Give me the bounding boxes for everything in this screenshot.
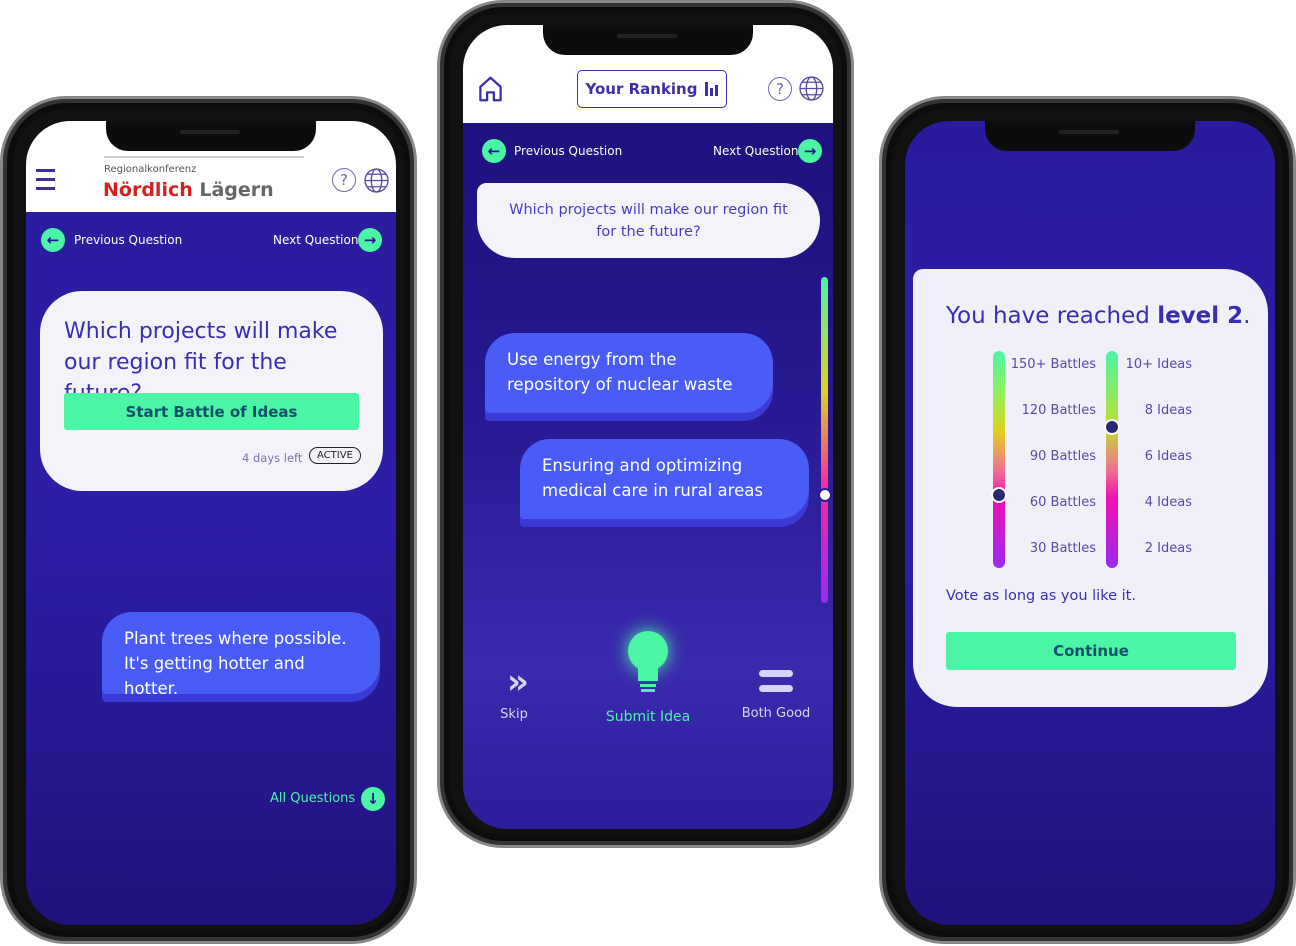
- all-questions-button[interactable]: ↓: [361, 787, 385, 811]
- notch: [985, 121, 1195, 151]
- notch: [543, 25, 753, 55]
- both-good-button[interactable]: Both Good: [735, 670, 817, 721]
- ideas-level-label: 2 Ideas: [1144, 541, 1192, 556]
- screen: Your Ranking ? ← Previous Question Next …: [463, 25, 833, 829]
- lightbulb-icon: [626, 631, 670, 697]
- brand-logo: Nördlich Lägern: [103, 179, 274, 201]
- next-question-button[interactable]: →: [358, 228, 382, 252]
- equals-icon: [759, 670, 793, 692]
- prev-question-link[interactable]: Previous Question: [74, 233, 182, 247]
- phone-left: Regionalkonferenz Nördlich Lägern ? ← Pr…: [0, 96, 417, 944]
- next-question-link[interactable]: Next Question: [713, 144, 798, 158]
- level-title: You have reached level 2.: [946, 303, 1250, 329]
- vote-note: Vote as long as you like it.: [946, 588, 1136, 604]
- battles-level-label: 90 Battles: [1029, 449, 1096, 464]
- brand-red: Nördlich: [103, 179, 193, 201]
- skip-icon: »: [507, 662, 529, 702]
- next-question-link[interactable]: Next Question: [273, 233, 358, 247]
- prev-question-button[interactable]: ←: [482, 139, 506, 163]
- idea-bubble[interactable]: Plant trees where possible. It's getting…: [102, 612, 380, 698]
- skip-button[interactable]: » Skip: [488, 665, 540, 722]
- question-card: Which projects will make our region fit …: [40, 291, 383, 491]
- ideas-track: [1106, 351, 1118, 568]
- brand-gray: Lägern: [199, 179, 274, 201]
- title-suffix: .: [1243, 303, 1251, 329]
- brand-divider: [104, 156, 304, 158]
- prev-question-link[interactable]: Previous Question: [514, 144, 622, 158]
- next-question-button[interactable]: →: [798, 139, 822, 163]
- ideas-level-label: 8 Ideas: [1144, 403, 1192, 418]
- idea-bubble-2[interactable]: Ensuring and optimizing medical care in …: [520, 439, 809, 519]
- battles-level-label: 120 Battles: [1021, 403, 1096, 418]
- progress-knob[interactable]: [818, 488, 832, 503]
- notch: [106, 121, 316, 151]
- screen: Regionalkonferenz Nördlich Lägern ? ← Pr…: [26, 121, 396, 925]
- battles-knob: [991, 486, 1007, 503]
- status-badge: ACTIVE: [309, 447, 361, 464]
- idea-bubble-1[interactable]: Use energy from the repository of nuclea…: [485, 333, 773, 413]
- submit-idea-label: Submit Idea: [605, 709, 691, 725]
- home-icon[interactable]: [477, 75, 504, 107]
- phone-center: Your Ranking ? ← Previous Question Next …: [437, 0, 854, 848]
- battles-level-label: 60 Battles: [1029, 495, 1096, 510]
- all-questions-link[interactable]: All Questions: [270, 791, 355, 806]
- screen: You have reached level 2. 150+ Battles 12…: [905, 121, 1275, 925]
- submit-idea-button[interactable]: Submit Idea: [593, 631, 703, 725]
- continue-button[interactable]: Continue: [946, 632, 1236, 670]
- days-left: 4 days left: [242, 451, 303, 465]
- question-text: Which projects will make our region fit …: [509, 201, 788, 240]
- battles-level-label: 30 Battles: [1029, 541, 1096, 556]
- battles-level-label: 150+ Battles: [1010, 357, 1096, 372]
- prev-question-button[interactable]: ←: [41, 228, 65, 252]
- ideas-knob: [1104, 418, 1120, 435]
- help-glyph: ?: [776, 80, 784, 98]
- skip-label: Skip: [500, 707, 528, 722]
- brand-small: Regionalkonferenz: [104, 164, 197, 175]
- phone-right: You have reached level 2. 150+ Battles 12…: [879, 96, 1296, 944]
- menu-icon[interactable]: [36, 169, 55, 190]
- help-icon[interactable]: ?: [768, 77, 792, 101]
- both-good-label: Both Good: [741, 706, 811, 721]
- bar-chart-icon: [705, 82, 719, 96]
- ranking-button[interactable]: Your Ranking: [577, 70, 727, 108]
- help-icon[interactable]: ?: [332, 168, 356, 192]
- title-level: level 2: [1157, 303, 1244, 329]
- ideas-level-label: 6 Ideas: [1144, 449, 1192, 464]
- ranking-label: Your Ranking: [585, 80, 698, 98]
- ideas-level-label: 10+ Ideas: [1125, 357, 1192, 372]
- help-glyph: ?: [340, 171, 348, 189]
- battles-track: [993, 351, 1005, 568]
- level-card: You have reached level 2. 150+ Battles 12…: [913, 269, 1268, 707]
- progress-track: [821, 277, 828, 603]
- globe-icon[interactable]: [799, 76, 824, 105]
- start-battle-button[interactable]: Start Battle of Ideas: [64, 393, 359, 430]
- globe-icon[interactable]: [364, 168, 389, 197]
- title-prefix: You have reached: [946, 303, 1150, 329]
- question-pill: Which projects will make our region fit …: [477, 183, 820, 258]
- ideas-level-label: 4 Ideas: [1144, 495, 1192, 510]
